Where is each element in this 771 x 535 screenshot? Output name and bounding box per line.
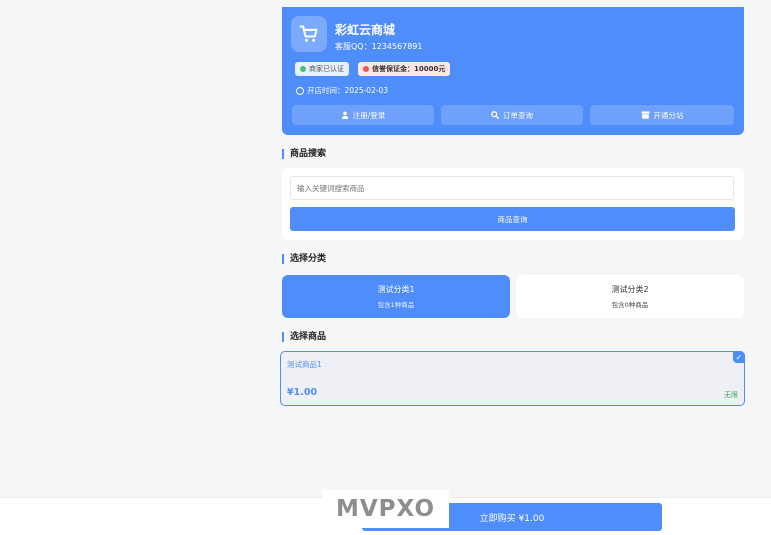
- search-section-title: 商品搜索: [282, 149, 326, 159]
- category-item-2[interactable]: 测试分类2 包含0种商品: [516, 275, 744, 318]
- cart-icon: [299, 25, 318, 42]
- order-query-button[interactable]: 订单查询: [441, 105, 583, 125]
- deposit-badge: 信誉保证金：10000元: [358, 62, 451, 76]
- login-button-label: 注册/登录: [352, 110, 386, 120]
- search-icon: [491, 111, 499, 119]
- verified-badge-label: 商家已认证: [309, 65, 344, 73]
- order-query-button-label: 订单查询: [503, 110, 533, 120]
- store-header-card: 彩虹云商城 客服QQ：1234567891 商家已认证 信誉保证金：10000元…: [282, 7, 744, 135]
- search-input[interactable]: [290, 176, 734, 200]
- open-branch-button[interactable]: 开通分站: [590, 105, 734, 125]
- product-price: ¥1.00: [287, 387, 318, 398]
- user-icon: [341, 111, 348, 119]
- store-qq: 客服QQ：1234567891: [335, 42, 423, 51]
- search-button[interactable]: 商品查询: [290, 207, 735, 231]
- open-time: 开店时间：2025-02-03: [296, 85, 388, 96]
- store-name: 彩虹云商城: [335, 23, 396, 37]
- category-count: 包含0种商品: [611, 301, 649, 309]
- product-card[interactable]: 测试商品1 ¥1.00 无限 ✓: [280, 351, 745, 406]
- category-section-title: 选择分类: [282, 254, 326, 264]
- deposit-badge-label: 信誉保证金：10000元: [372, 65, 446, 73]
- category-count: 包含1种商品: [377, 301, 415, 309]
- clock-icon: [296, 86, 304, 95]
- verified-badge: 商家已认证: [295, 62, 349, 76]
- shop-icon: [641, 111, 649, 119]
- deposit-dot-icon: [363, 66, 369, 72]
- category-name: 测试分类1: [377, 285, 415, 294]
- product-name: 测试商品1: [287, 360, 322, 369]
- login-button[interactable]: 注册/登录: [292, 105, 434, 125]
- search-panel: 商品查询: [282, 168, 744, 240]
- store-logo: [291, 16, 327, 52]
- product-section-title: 选择商品: [282, 332, 326, 342]
- product-stock: 无限: [724, 391, 738, 399]
- verified-dot-icon: [300, 66, 306, 72]
- open-time-label: 开店时间：2025-02-03: [307, 86, 389, 95]
- check-icon: ✓: [733, 351, 745, 363]
- open-branch-button-label: 开通分站: [653, 110, 684, 120]
- category-name: 测试分类2: [611, 285, 649, 294]
- category-item-1[interactable]: 测试分类1 包含1种商品: [282, 275, 510, 318]
- watermark-logo: MVPXO: [322, 490, 449, 528]
